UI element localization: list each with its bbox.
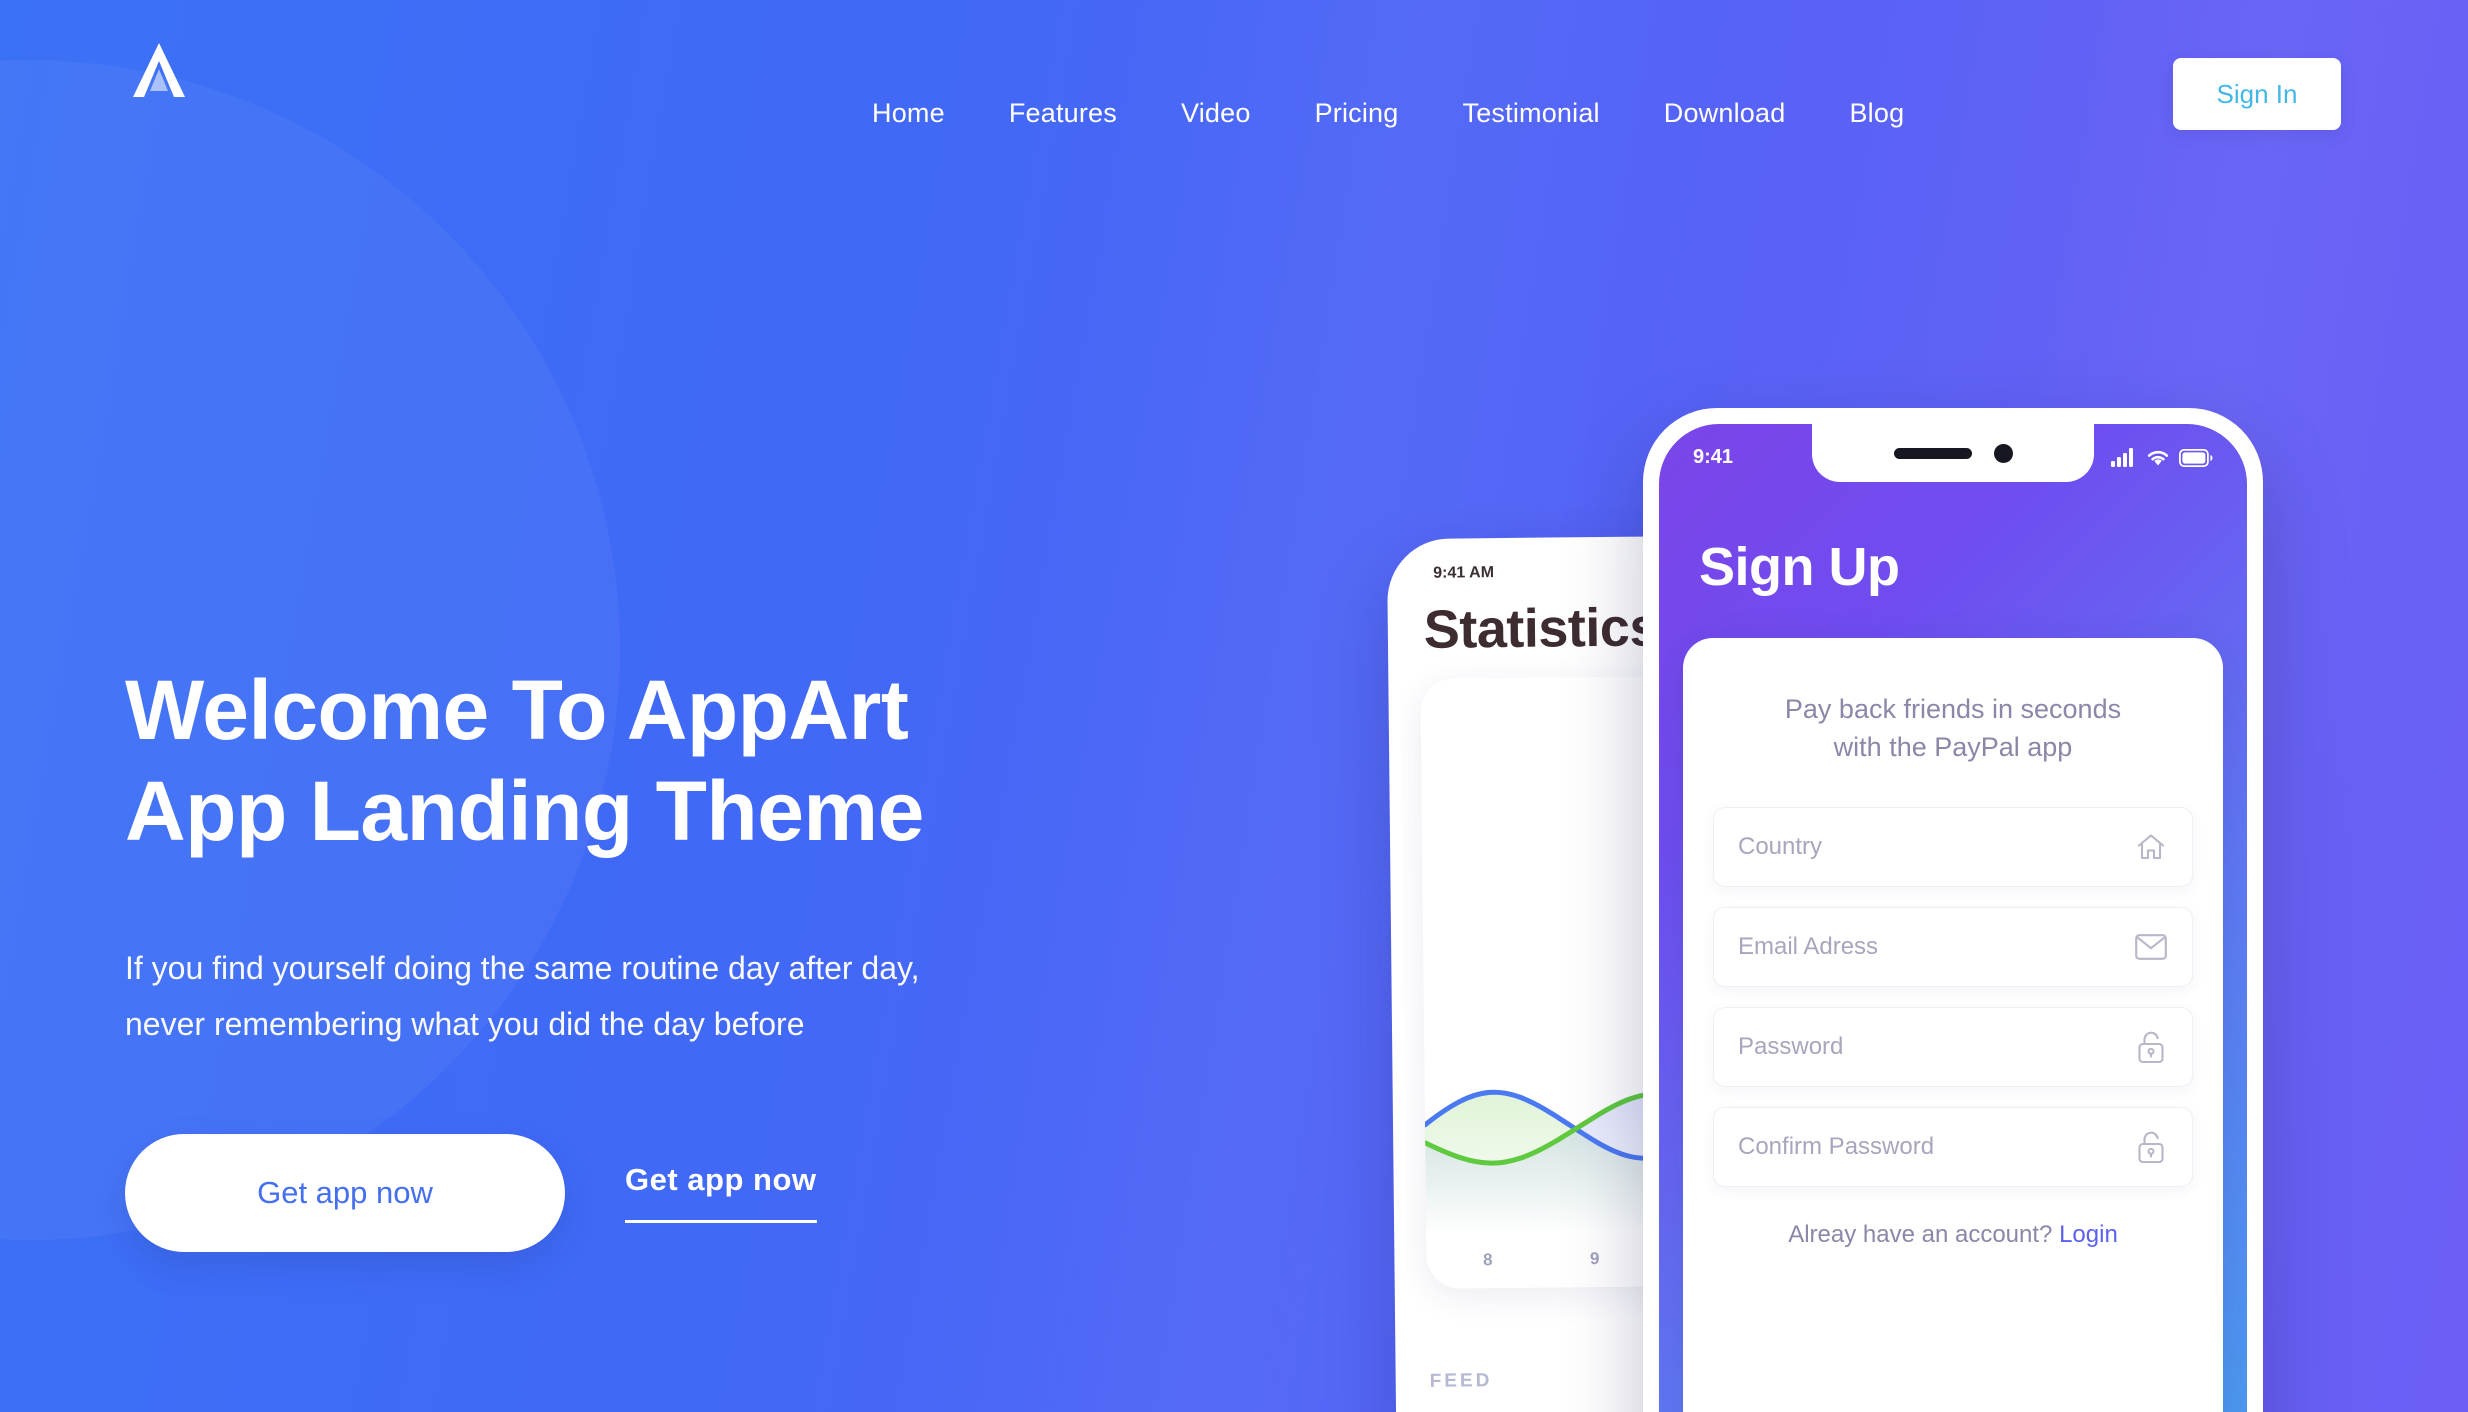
signal-icon [2111,448,2133,467]
statistics-title: Statistics [1423,597,1660,660]
get-app-now-button[interactable]: Get app now [125,1133,565,1252]
x-tick-8: 8 [1483,1250,1493,1270]
envelope-icon [2134,930,2168,964]
feed-section-label: FEED [1429,1370,1493,1392]
signup-fields: Country Email Adress Password Confirm Pa… [1713,806,2193,1187]
signup-title: Sign Up [1699,537,1900,597]
login-prompt: Alreay have an account? Login [1683,1221,2223,1249]
camera-icon [1993,443,2013,463]
signup-form-card: Pay back friends in seconds with the Pay… [1683,638,2223,1412]
password-field-placeholder: Password [1738,1032,1844,1060]
unlock-icon [2134,1030,2168,1064]
password-field[interactable]: Password [1713,1006,2193,1087]
status-time: 9:41 [1693,446,1734,468]
home-icon [2134,830,2168,864]
confirm-password-field[interactable]: Confirm Password [1713,1106,2193,1187]
site-header: Home Features Video Pricing Testimonial … [0,0,2468,130]
statistics-status-time: 9:41 AM [1433,564,1495,582]
country-field-placeholder: Country [1738,832,1823,860]
nav-link-blog[interactable]: Blog [1817,98,1936,129]
nav-link-pricing[interactable]: Pricing [1283,98,1431,129]
nav-link-home[interactable]: Home [840,98,977,129]
appart-logo-icon[interactable] [125,37,193,103]
country-field[interactable]: Country [1713,806,2193,887]
main-navigation: Home Features Video Pricing Testimonial … [840,98,1936,129]
speaker-icon [1893,447,1972,459]
phone-mockup-signup: 9:41 Sign Up Pay back friends in seconds… [1643,408,2263,1412]
battery-icon [2179,448,2213,467]
unlock-icon [2134,1130,2168,1164]
login-link[interactable]: Login [2059,1221,2118,1248]
confirm-password-field-placeholder: Confirm Password [1738,1132,1935,1160]
nav-link-download[interactable]: Download [1632,98,1818,129]
login-prompt-text: Alreay have an account? [1788,1220,2053,1248]
hero-subtext: If you find yourself doing the same rout… [125,949,920,1042]
get-app-now-link[interactable]: Get app now [625,1162,817,1224]
email-field[interactable]: Email Adress [1713,906,2193,987]
email-field-placeholder: Email Adress [1738,932,1879,960]
hero-cta-row: Get app now Get app now [125,1133,1305,1252]
nav-link-video[interactable]: Video [1149,98,1283,129]
x-tick-9: 9 [1589,1249,1600,1269]
phone-notch [1812,424,2094,482]
wifi-icon [2147,450,2169,466]
landing-page-hero: Home Features Video Pricing Testimonial … [0,0,2468,1412]
signup-tagline: Pay back friends in seconds with the Pay… [1784,694,2122,763]
nav-link-testimonial[interactable]: Testimonial [1431,98,1632,129]
signup-screen: 9:41 Sign Up Pay back friends in seconds… [1659,424,2247,1412]
page-title: Welcome To AppArt App Landing Theme [125,663,924,858]
hero-content: Welcome To AppArt App Landing Theme If y… [125,660,1305,1252]
nav-link-features[interactable]: Features [977,98,1149,129]
sign-in-button[interactable]: Sign In [2173,58,2341,130]
